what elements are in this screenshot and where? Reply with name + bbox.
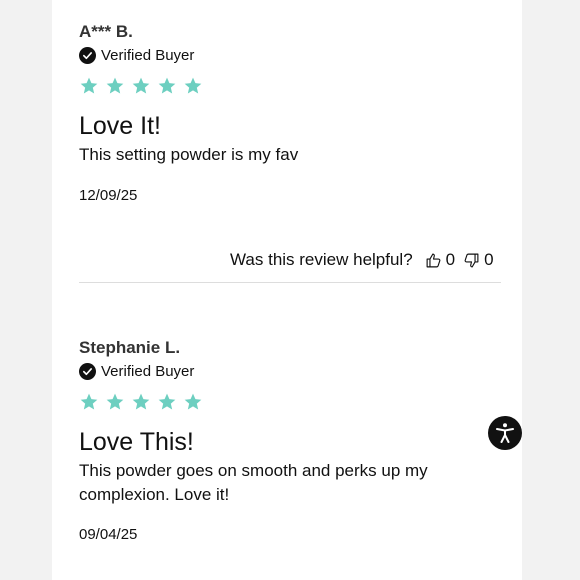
helpful-up-count: 0 (445, 250, 456, 269)
review-date: 09/04/25 (79, 526, 138, 543)
check-circle-icon (79, 362, 96, 380)
star-icon (106, 77, 124, 94)
review-card: A*** B. Verified Buyer Love It! This set… (79, 22, 499, 167)
helpful-question: Was this review helpful? (230, 250, 413, 269)
review-body: This setting powder is my fav (79, 145, 299, 164)
star-rating (79, 75, 499, 97)
review-divider (79, 282, 501, 283)
verified-buyer-label: Verified Buyer (101, 362, 195, 380)
star-icon (184, 393, 202, 410)
helpful-up-button[interactable]: 0 (425, 250, 455, 270)
accessibility-button[interactable] (488, 416, 522, 450)
verified-buyer-badge: Verified Buyer (79, 45, 499, 65)
star-icon (132, 393, 150, 410)
review-author: A*** B. (79, 22, 133, 41)
thumbs-down-icon (464, 253, 479, 267)
review-date: 12/09/25 (79, 187, 138, 204)
check-circle-icon (79, 46, 96, 64)
review-body: This powder goes on smooth and perks up … (79, 461, 428, 504)
star-icon (132, 77, 150, 94)
review-title: Love This! (79, 428, 194, 456)
star-icon (80, 393, 98, 410)
star-icon (80, 77, 98, 94)
helpful-down-button[interactable]: 0 (463, 250, 494, 270)
accessibility-icon (496, 423, 514, 443)
verified-buyer-badge: Verified Buyer (79, 361, 499, 381)
review-helpful-row: Was this review helpful? 0 0 (230, 249, 502, 271)
review-title: Love It! (79, 112, 161, 140)
star-icon (158, 393, 176, 410)
verified-buyer-label: Verified Buyer (101, 46, 195, 64)
star-rating (79, 391, 499, 413)
star-icon (184, 77, 202, 94)
review-author: Stephanie L. (79, 338, 181, 357)
star-icon (158, 77, 176, 94)
helpful-down-count: 0 (484, 250, 494, 269)
thumbs-up-icon (426, 253, 441, 267)
review-card: Stephanie L. Verified Buyer Love This! T… (79, 338, 499, 507)
star-icon (106, 393, 124, 410)
